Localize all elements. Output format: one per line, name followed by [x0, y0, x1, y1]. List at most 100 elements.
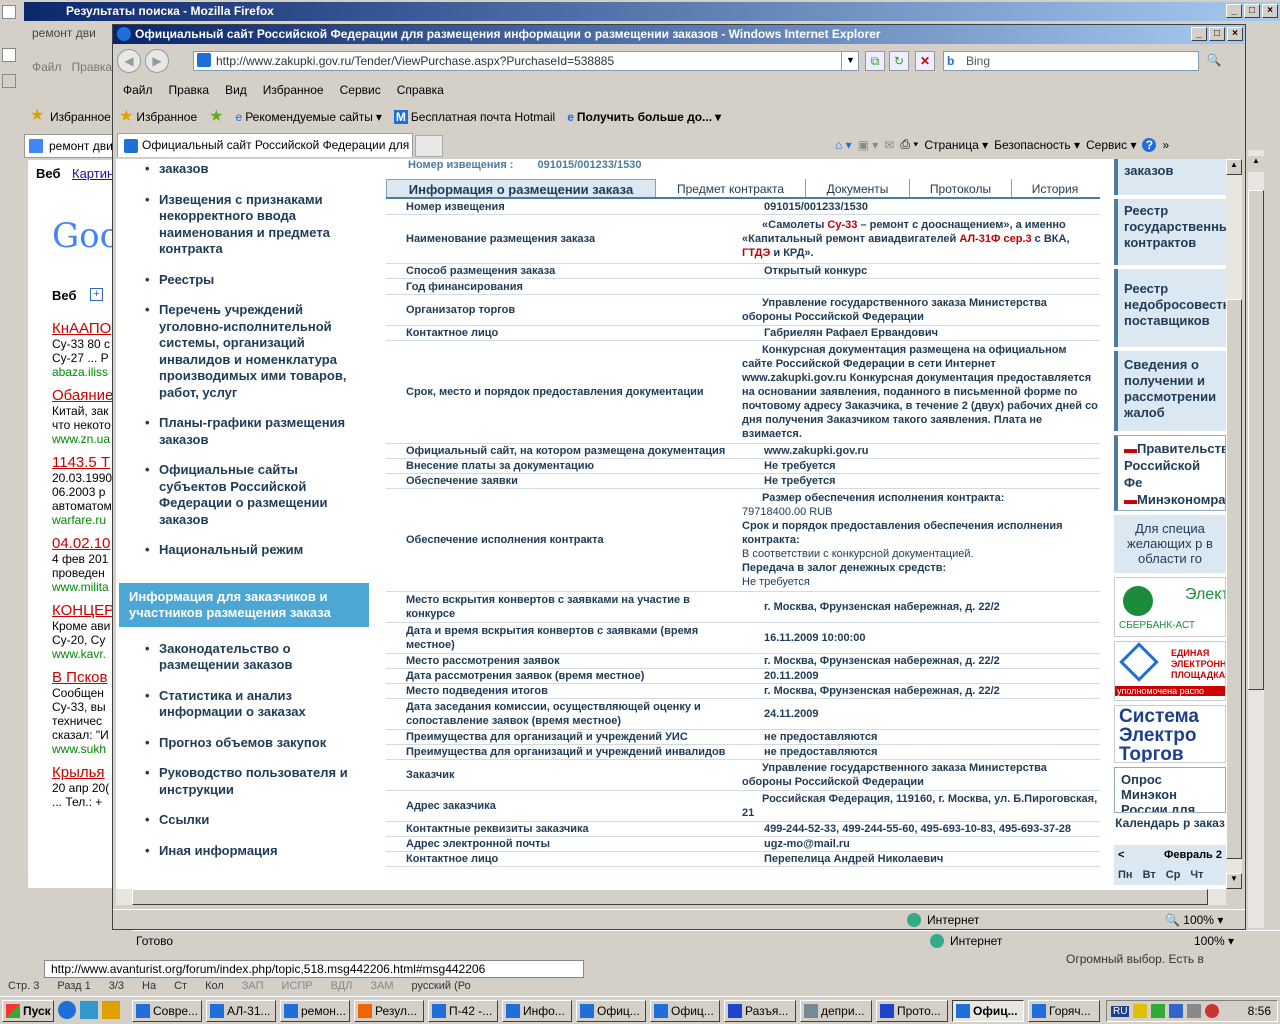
tab-protocols[interactable]: Протоколы	[910, 179, 1012, 197]
result-title[interactable]: Крылья	[52, 764, 114, 781]
prev-month-icon[interactable]: <	[1118, 849, 1124, 861]
volume-icon[interactable]	[1187, 1004, 1202, 1018]
scroll-thumb[interactable]	[1248, 190, 1264, 690]
banner-sberbank[interactable]: Элект торгова СБЕРБАНК-АСТ	[1114, 577, 1226, 637]
firefox-menu-file[interactable]: Файл	[32, 60, 62, 74]
more-addons[interactable]: e Получить больше до... ▾	[567, 110, 721, 124]
help-icon[interactable]: ?	[1142, 137, 1157, 152]
clock[interactable]: 8:56	[1248, 1004, 1271, 1018]
network-icon[interactable]	[1151, 1004, 1166, 1018]
result-title[interactable]: КнААПО	[52, 320, 114, 337]
nav-item-registries[interactable]: Реестры	[143, 272, 355, 289]
recommended-sites[interactable]: e Рекомендуемые сайты ▾	[236, 110, 382, 124]
field-value[interactable]: www.zakupki.gov.ru	[740, 443, 1100, 459]
pen-icon[interactable]	[102, 1001, 120, 1019]
zoom-label[interactable]: 100% ▾	[1194, 934, 1234, 948]
antivirus-icon[interactable]	[1205, 1004, 1220, 1018]
ie-vertical-scrollbar[interactable]: ▲ ▼	[1226, 159, 1242, 889]
nav-item-plans[interactable]: Планы-графики размещения заказов	[143, 415, 355, 448]
page-menu[interactable]: Страница ▾	[924, 138, 988, 152]
scroll-thumb[interactable]	[1226, 299, 1242, 859]
taskbar-button[interactable]: Офиц...	[650, 1000, 720, 1022]
tab-info[interactable]: Информация о размещении заказа	[386, 179, 656, 197]
home-icon[interactable]: ⌂ ▾	[835, 138, 852, 152]
survey-link[interactable]: Опрос Минэкон России для мал	[1114, 767, 1226, 813]
plus-icon[interactable]: +	[90, 288, 103, 301]
taskbar-button[interactable]: Офиц...	[576, 1000, 646, 1022]
taskbar-button[interactable]: Инфо...	[502, 1000, 572, 1022]
hotmail-link[interactable]: M Бесплатная почта Hotmail	[393, 110, 555, 124]
tray-icon[interactable]	[1169, 1004, 1184, 1018]
minimize-icon[interactable]: _	[1226, 4, 1242, 18]
nav-item-institutions[interactable]: Перечень учреждений уголовно-исполнитель…	[143, 302, 355, 401]
google-images-link[interactable]: Картин	[72, 166, 114, 181]
close-icon[interactable]: ×	[1227, 27, 1243, 41]
nav-item-national[interactable]: Национальный режим	[143, 542, 355, 559]
menu-edit[interactable]: Правка	[169, 80, 210, 100]
nav-item-forecast[interactable]: Прогноз объемов закупок	[143, 735, 355, 752]
sidebar-link-complaints[interactable]: Сведения о получении и рассмотрении жало…	[1114, 351, 1226, 431]
result-title[interactable]: 1143.5 Т	[52, 454, 114, 471]
tab-documents[interactable]: Документы	[806, 179, 910, 197]
compat-icon[interactable]: ⧉	[865, 51, 885, 71]
rss-icon[interactable]: ▣ ▾	[858, 138, 879, 152]
sidebar-link-contracts-registry[interactable]: Реестр государственных контрактов	[1114, 199, 1226, 265]
nav-item-guide[interactable]: Руководство пользователя и инструкции	[143, 765, 355, 798]
banner-eep[interactable]: ЕДИНАЯ ЭЛЕКТРОНН ПЛОЩАДКА уполномочена р…	[1114, 641, 1226, 701]
forward-icon[interactable]: ▶	[145, 49, 169, 73]
menu-help[interactable]: Справка	[397, 80, 444, 100]
ie-zoom[interactable]: 🔍 100% ▾	[1165, 913, 1223, 927]
chevron-right-icon[interactable]: »	[1162, 138, 1169, 152]
scroll-up-icon[interactable]: ▲	[1248, 156, 1264, 172]
nav-item-statistics[interactable]: Статистика и анализ информации о заказах	[143, 688, 355, 721]
gov-link[interactable]: ▬Правительство Российской Фе	[1124, 440, 1225, 491]
print-icon[interactable]: ⎙ ▾	[900, 137, 918, 152]
mail-icon[interactable]: ✉	[884, 138, 894, 152]
tools-menu[interactable]: Сервис ▾	[1086, 138, 1136, 152]
add-favorites-icon[interactable]: ★	[209, 109, 223, 125]
hscroll-thumb[interactable]	[132, 889, 1208, 905]
nav-item-legislation[interactable]: Законодательство о размещении заказов	[143, 641, 355, 674]
minimize-icon[interactable]: _	[1191, 27, 1207, 41]
search-icon[interactable]: 🔍	[1203, 51, 1225, 71]
firefox-tab2[interactable]: ремонт дви	[49, 139, 113, 153]
tab-subject[interactable]: Предмет контракта	[656, 179, 806, 197]
menu-file[interactable]: Файл	[123, 80, 153, 100]
result-title[interactable]: В Псков	[52, 669, 114, 686]
url-input[interactable]: http://www.zakupki.gov.ru/Tender/ViewPur…	[193, 51, 859, 71]
field-value[interactable]: ugz-mo@mail.ru	[740, 836, 1100, 852]
taskbar-button[interactable]: ремон...	[280, 1000, 350, 1022]
sidebar-link-unfair-suppliers[interactable]: Реестр недобросовестных поставщиков	[1114, 269, 1226, 347]
back-icon[interactable]: ◀	[117, 49, 141, 73]
language-indicator[interactable]: RU	[1111, 1005, 1130, 1017]
firefox-fav-label[interactable]: Избранное	[50, 110, 111, 124]
scroll-down-icon[interactable]: ▼	[1226, 873, 1242, 889]
taskbar-button[interactable]: АЛ-31...	[206, 1000, 276, 1022]
ie-horizontal-scrollbar[interactable]	[116, 889, 1226, 905]
nav-item-links[interactable]: Ссылки	[143, 812, 355, 829]
menu-favorites[interactable]: Избранное	[263, 80, 324, 100]
nav-item-other[interactable]: Иная информация	[143, 843, 355, 860]
nav-item-orders[interactable]: заказов	[143, 161, 355, 178]
desktop-icon[interactable]	[80, 1001, 98, 1019]
search-input[interactable]: Bing	[943, 51, 1199, 71]
stop-icon[interactable]: ✕	[915, 51, 935, 71]
scroll-up-icon[interactable]: ▲	[1226, 159, 1242, 175]
result-title[interactable]: КОНЦЕР	[52, 602, 114, 619]
start-button[interactable]: Пуск	[2, 1000, 54, 1022]
firefox-tab-label[interactable]: ремонт дви	[32, 26, 112, 40]
chevron-down-icon[interactable]: ▼	[841, 51, 859, 71]
taskbar-button[interactable]: Совре...	[132, 1000, 202, 1022]
close-icon[interactable]: ×	[1262, 4, 1278, 18]
refresh-icon[interactable]: ↻	[889, 51, 909, 71]
taskbar-button[interactable]: Разъя...	[724, 1000, 796, 1022]
minecon-link[interactable]: ▬Минэкономра России	[1124, 491, 1225, 510]
shield-icon[interactable]	[1133, 1004, 1148, 1018]
favorites-button[interactable]: ★ Избранное	[119, 109, 197, 125]
google-web-label[interactable]: Веб	[36, 166, 60, 181]
firefox-vertical-scrollbar[interactable]: ▲	[1248, 150, 1264, 928]
tab-history[interactable]: История	[1012, 179, 1098, 197]
taskbar-button[interactable]: Прото...	[876, 1000, 948, 1022]
maximize-icon[interactable]: □	[1209, 27, 1225, 41]
taskbar-button[interactable]: Горяч...	[1028, 1000, 1100, 1022]
